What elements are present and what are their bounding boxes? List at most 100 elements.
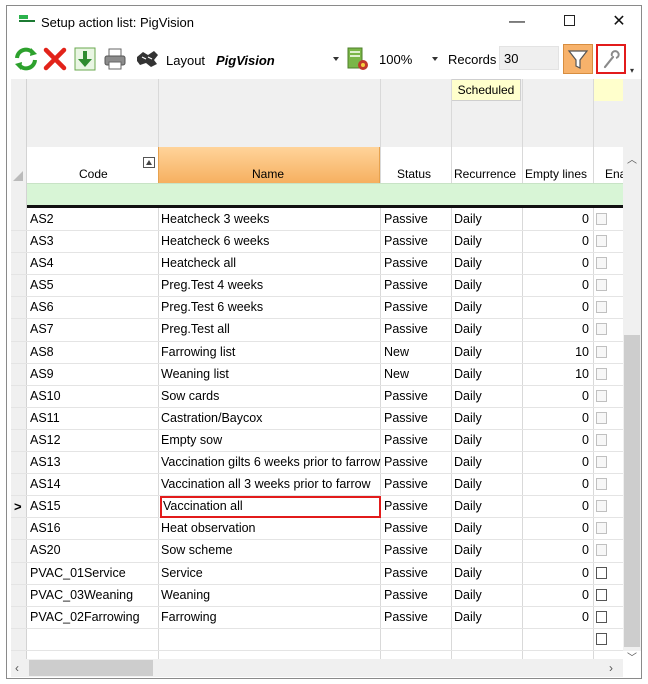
column-header-enabled[interactable]: Ena xyxy=(593,147,623,183)
enabled-checkbox[interactable] xyxy=(596,566,607,579)
table-row[interactable]: AS12 Empty sow Passive Daily 0 xyxy=(11,430,623,453)
cell-empty-lines[interactable]: 0 xyxy=(525,253,589,275)
cell-name[interactable]: Sow cards xyxy=(161,386,381,408)
maximize-button[interactable] xyxy=(547,10,591,34)
cell-enabled[interactable] xyxy=(596,563,621,585)
filter-button[interactable] xyxy=(563,44,593,74)
horizontal-scrollbar[interactable]: ‹ › xyxy=(11,659,623,677)
table-row[interactable]: > AS15 Vaccination all Passive Daily 0 xyxy=(11,496,623,519)
cell-status[interactable]: Passive xyxy=(384,430,450,452)
vertical-scroll-thumb[interactable] xyxy=(624,335,640,647)
cell-status[interactable]: Passive xyxy=(384,253,450,275)
cell-recurrence[interactable]: Daily xyxy=(454,563,522,585)
enabled-checkbox[interactable] xyxy=(596,544,607,557)
cell-code[interactable]: AS9 xyxy=(30,364,158,386)
cell-recurrence[interactable]: Daily xyxy=(454,231,522,253)
cell-enabled[interactable] xyxy=(596,386,621,408)
cell-recurrence[interactable]: Daily xyxy=(454,342,522,364)
table-row[interactable]: AS8 Farrowing list New Daily 10 xyxy=(11,342,623,364)
cell-name[interactable]: Heat observation xyxy=(161,518,381,540)
enabled-checkbox[interactable] xyxy=(596,367,607,380)
cell-status[interactable]: Passive xyxy=(384,585,450,607)
cell-empty-lines[interactable]: 0 xyxy=(525,319,589,341)
cell-empty-lines[interactable]: 0 xyxy=(525,430,589,452)
table-row[interactable]: PVAC_03Weaning Weaning Passive Daily 0 xyxy=(11,585,623,607)
enabled-checkbox[interactable] xyxy=(596,301,607,314)
cell-code[interactable]: AS15 xyxy=(30,496,158,518)
cell-code[interactable]: AS20 xyxy=(30,540,158,562)
cell-enabled[interactable] xyxy=(596,585,621,607)
cell-status[interactable]: Passive xyxy=(384,386,450,408)
cell-status[interactable]: Passive xyxy=(384,231,450,253)
cell-enabled[interactable] xyxy=(596,297,621,319)
cell-name[interactable]: Preg.Test 6 weeks xyxy=(161,297,381,319)
cell-name[interactable]: Empty sow xyxy=(161,430,381,452)
table-row[interactable]: AS2 Heatcheck 3 weeks Passive Daily 0 xyxy=(11,209,623,232)
cell-status[interactable]: Passive xyxy=(384,518,450,540)
cell-empty-lines[interactable]: 10 xyxy=(525,342,589,364)
zoom-select-value[interactable]: 100% xyxy=(379,52,412,67)
cell-recurrence[interactable]: Daily xyxy=(454,607,522,629)
cell-enabled[interactable] xyxy=(596,474,621,496)
cell-recurrence[interactable]: Daily xyxy=(454,209,522,231)
refresh-button[interactable] xyxy=(13,46,39,72)
cell-enabled[interactable] xyxy=(596,518,621,540)
cell-name[interactable]: Weaning list xyxy=(161,364,381,386)
cell-status[interactable]: Passive xyxy=(384,452,450,474)
table-row[interactable]: AS5 Preg.Test 4 weeks Passive Daily 0 xyxy=(11,275,623,298)
cell-code[interactable]: AS4 xyxy=(30,253,158,275)
cell-code[interactable]: AS12 xyxy=(30,430,158,452)
cell-name[interactable]: Castration/Baycox xyxy=(161,408,381,430)
cell-recurrence[interactable]: Daily xyxy=(454,430,522,452)
enabled-checkbox[interactable] xyxy=(596,411,607,424)
cell-code[interactable]: AS14 xyxy=(30,474,158,496)
cell-empty-lines[interactable]: 0 xyxy=(525,386,589,408)
cell-empty-lines[interactable]: 0 xyxy=(525,607,589,629)
enabled-checkbox[interactable] xyxy=(596,610,607,623)
table-row[interactable]: AS6 Preg.Test 6 weeks Passive Daily 0 xyxy=(11,297,623,320)
cell-recurrence[interactable]: Daily xyxy=(454,297,522,319)
cell-status[interactable]: Passive xyxy=(384,209,450,231)
cell-enabled[interactable] xyxy=(596,607,621,629)
import-button[interactable] xyxy=(72,46,98,72)
cell-recurrence[interactable]: Daily xyxy=(454,452,522,474)
cell-code[interactable]: AS5 xyxy=(30,275,158,297)
cell-enabled[interactable] xyxy=(596,275,621,297)
cell-enabled[interactable] xyxy=(596,209,621,231)
cell-code[interactable]: AS13 xyxy=(30,452,158,474)
cell-code[interactable]: PVAC_03Weaning xyxy=(30,585,158,607)
cell-status[interactable]: Passive xyxy=(384,607,450,629)
cell-enabled[interactable] xyxy=(596,253,621,275)
cell-status[interactable]: Passive xyxy=(384,563,450,585)
cell-name[interactable]: Vaccination gilts 6 weeks prior to farro… xyxy=(161,452,381,474)
new-row[interactable] xyxy=(11,629,623,651)
table-row[interactable]: AS14 Vaccination all 3 weeks prior to far… xyxy=(11,474,623,497)
cell-code[interactable]: AS7 xyxy=(30,319,158,341)
cell-status[interactable]: Passive xyxy=(384,408,450,430)
enabled-checkbox[interactable] xyxy=(596,257,607,270)
table-row[interactable]: AS13 Vaccination gilts 6 weeks prior to f… xyxy=(11,452,623,475)
table-row[interactable]: PVAC_01Service Service Passive Daily 0 xyxy=(11,563,623,585)
column-header-name[interactable]: Name xyxy=(158,147,380,183)
toolbar-overflow-icon[interactable]: ▾ xyxy=(630,66,634,75)
cell-name[interactable]: Heatcheck 3 weeks xyxy=(161,209,381,231)
enabled-checkbox[interactable] xyxy=(596,632,607,645)
cell-status[interactable]: Passive xyxy=(384,297,450,319)
cell-recurrence[interactable]: Daily xyxy=(454,253,522,275)
close-button[interactable]: ✕ xyxy=(597,10,641,34)
enabled-checkbox[interactable] xyxy=(596,345,607,358)
enabled-checkbox[interactable] xyxy=(596,433,607,446)
cell-recurrence[interactable]: Daily xyxy=(454,275,522,297)
cell-code[interactable]: PVAC_02Farrowing xyxy=(30,607,158,629)
action-settings-button[interactable] xyxy=(344,46,370,72)
cell-recurrence[interactable]: Daily xyxy=(454,518,522,540)
table-row[interactable]: AS16 Heat observation Passive Daily 0 xyxy=(11,518,623,541)
enabled-checkbox[interactable] xyxy=(596,522,607,535)
enabled-checkbox[interactable] xyxy=(596,588,607,601)
cell-recurrence[interactable]: Daily xyxy=(454,474,522,496)
cell-name[interactable]: Vaccination all xyxy=(160,496,381,519)
cell-code[interactable]: AS10 xyxy=(30,386,158,408)
cell-recurrence[interactable]: Daily xyxy=(454,585,522,607)
cell-name[interactable]: Preg.Test all xyxy=(161,319,381,341)
table-row[interactable]: AS4 Heatcheck all Passive Daily 0 xyxy=(11,253,623,276)
